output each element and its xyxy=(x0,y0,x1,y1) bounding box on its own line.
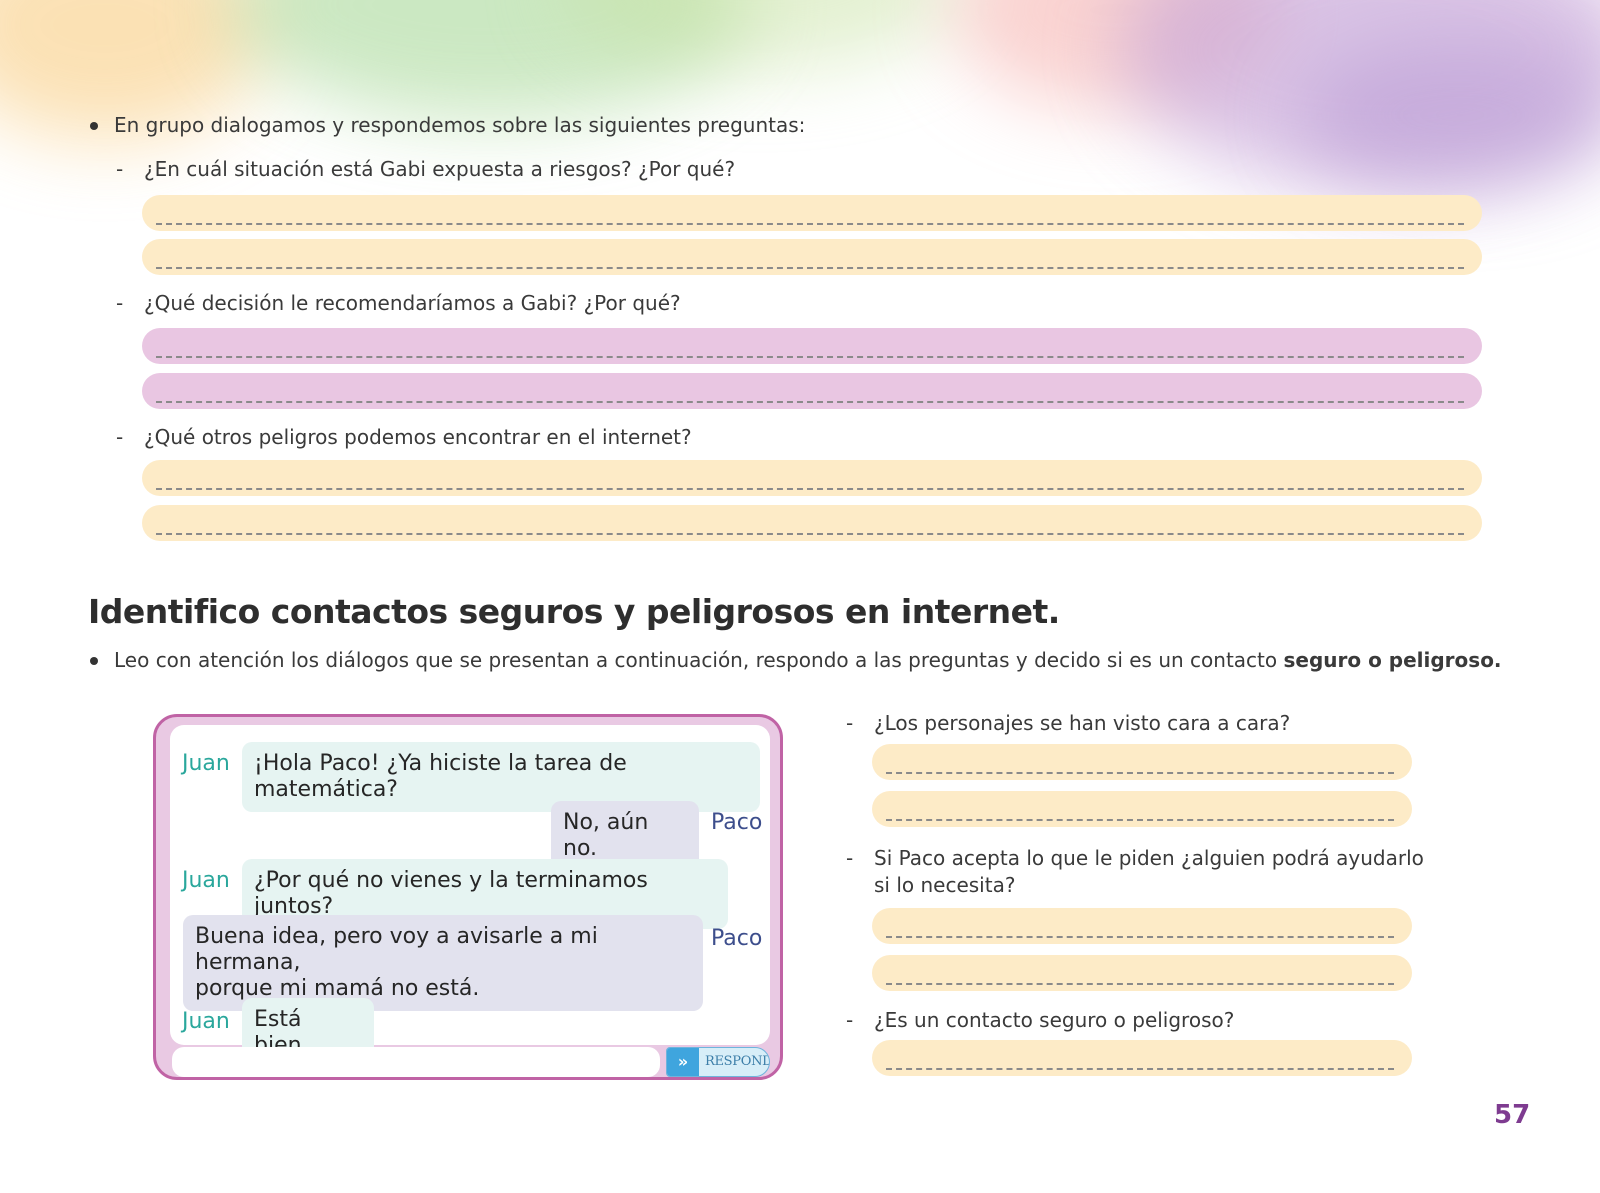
dash-marker: - xyxy=(116,425,124,449)
side-question-2-line1: Si Paco acepta lo que le piden ¿alguien … xyxy=(874,846,1424,870)
side-question-2-line2: si lo necesita? xyxy=(874,873,1016,897)
watercolor-violet xyxy=(1300,40,1600,190)
speaker-paco: Paco xyxy=(711,810,763,835)
question-2: ¿Qué decisión le recomendaríamos a Gabi?… xyxy=(144,291,681,315)
speaker-juan: Juan xyxy=(182,1009,230,1034)
bullet-icon xyxy=(90,122,98,130)
dash-marker: - xyxy=(846,711,854,735)
watercolor-lightgreen xyxy=(560,0,960,70)
answer-line-2b[interactable] xyxy=(142,373,1482,409)
chat-reply-input[interactable] xyxy=(172,1047,660,1077)
instruction-text: Leo con atención los diálogos que se pre… xyxy=(114,648,1284,672)
side-answer-line-1a[interactable] xyxy=(872,744,1412,780)
responder-button[interactable]: » RESPONDER xyxy=(666,1047,770,1077)
dash-marker: - xyxy=(846,1008,854,1032)
side-answer-line-2a[interactable] xyxy=(872,908,1412,944)
dash-marker: - xyxy=(116,291,124,315)
chat-window: Juan ¡Hola Paco! ¿Ya hiciste la tarea de… xyxy=(153,714,783,1080)
answer-line-1b[interactable] xyxy=(142,239,1482,275)
message-bubble: Buena idea, pero voy a avisarle a mi her… xyxy=(183,915,703,1011)
message-line: Buena idea, pero voy a avisarle a mi her… xyxy=(195,924,598,975)
dash-marker: - xyxy=(116,157,124,181)
answer-line-2a[interactable] xyxy=(142,328,1482,364)
speaker-juan: Juan xyxy=(182,868,230,893)
speaker-paco: Paco xyxy=(711,926,763,951)
page-number: 57 xyxy=(1494,1100,1531,1130)
watercolor-pink xyxy=(950,0,1280,110)
section2-instruction: Leo con atención los diálogos que se pre… xyxy=(114,648,1502,672)
double-chevron-right-icon: » xyxy=(667,1048,699,1076)
question-1: ¿En cuál situación está Gabi expuesta a … xyxy=(144,157,736,181)
side-answer-line-3[interactable] xyxy=(872,1040,1412,1076)
watercolor-green xyxy=(230,0,750,120)
bullet-icon xyxy=(90,657,98,665)
answer-line-3b[interactable] xyxy=(142,505,1482,541)
dash-marker: - xyxy=(846,846,854,870)
side-answer-line-1b[interactable] xyxy=(872,791,1412,827)
answer-line-3a[interactable] xyxy=(142,460,1482,496)
question-3: ¿Qué otros peligros podemos encontrar en… xyxy=(144,425,692,449)
watercolor-purple xyxy=(1120,0,1600,190)
speaker-juan: Juan xyxy=(182,751,230,776)
chat-messages: Juan ¡Hola Paco! ¿Ya hiciste la tarea de… xyxy=(170,725,770,1068)
side-answer-line-2b[interactable] xyxy=(872,955,1412,991)
side-question-1: ¿Los personajes se han visto cara a cara… xyxy=(874,711,1291,735)
section1-intro: En grupo dialogamos y respondemos sobre … xyxy=(114,113,806,137)
side-question-3: ¿Es un contacto seguro o peligroso? xyxy=(874,1008,1235,1032)
answer-line-1a[interactable] xyxy=(142,195,1482,231)
instruction-bold: seguro o peligroso. xyxy=(1283,648,1502,672)
side-question-2: Si Paco acepta lo que le piden ¿alguien … xyxy=(874,846,1424,897)
responder-label: RESPONDER xyxy=(705,1054,769,1069)
section-heading: Identifico contactos seguros y peligroso… xyxy=(88,592,1060,631)
